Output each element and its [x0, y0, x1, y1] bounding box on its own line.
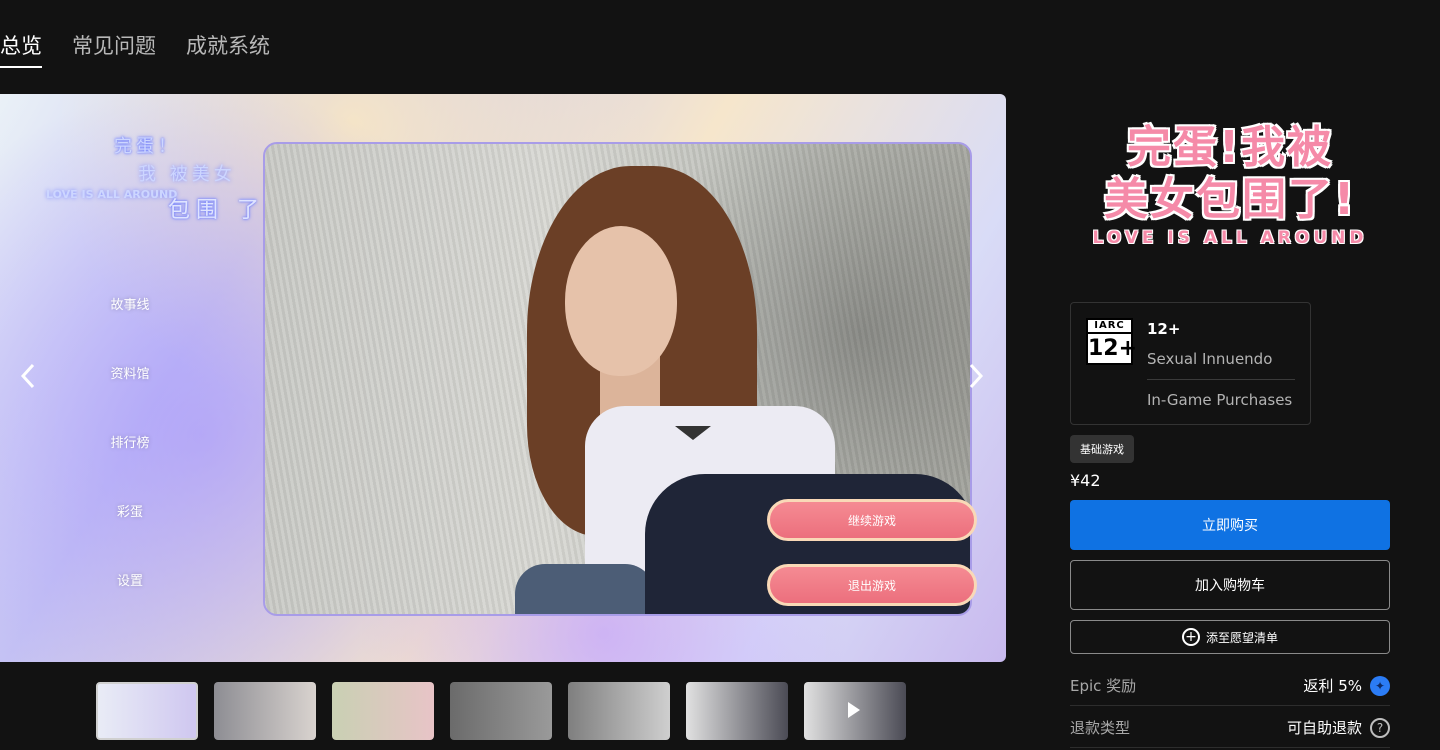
thumbnail-2[interactable]	[214, 682, 316, 740]
add-to-cart-button[interactable]: 加入购物车	[1070, 560, 1390, 610]
add-to-wishlist-button[interactable]: + 添至愿望清单	[1070, 620, 1390, 654]
thumbnail-7[interactable]	[804, 682, 906, 740]
thumbnail-1[interactable]	[96, 682, 198, 740]
divider	[1147, 379, 1295, 380]
hero-menu-item: 资料馆	[110, 367, 150, 382]
thumbnail-4[interactable]	[450, 682, 552, 740]
price: ¥42	[1070, 471, 1101, 490]
info-value: 返利 5%	[1303, 677, 1362, 695]
chevron-left-icon	[20, 363, 35, 389]
tab-overview[interactable]: 总览	[0, 30, 42, 68]
info-row-refund-type: 退款类型 可自助退款 ?	[1070, 708, 1390, 748]
hero-game-menu: 故事线 资料馆 排行榜 彩蛋 设置	[90, 294, 170, 639]
play-icon	[848, 702, 860, 718]
game-logo-line: 美女包围了!	[1103, 174, 1357, 225]
carousel-next-button[interactable]	[956, 356, 996, 396]
chevron-right-icon	[969, 363, 984, 389]
hero-menu-item: 故事线	[110, 298, 150, 313]
info-key: 退款类型	[1070, 719, 1131, 737]
buy-now-button[interactable]: 立即购买	[1070, 500, 1390, 550]
hero-menu-item: 设置	[116, 574, 143, 589]
hero-screenshot-photo	[263, 142, 972, 616]
character-face	[565, 226, 677, 376]
info-row-epic-rewards: Epic 奖励 返利 5% ✦	[1070, 666, 1390, 706]
thumbnail-5[interactable]	[568, 682, 670, 740]
help-icon[interactable]: ?	[1370, 717, 1390, 738]
rating-descriptor: In-Game Purchases	[1147, 391, 1293, 409]
thumbnail-6[interactable]	[686, 682, 788, 740]
hero-menu-item: 排行榜	[110, 436, 150, 451]
media-carousel[interactable]: 完蛋！ 我 被美女 LOVE IS ALL AROUND 包围 了! 故事线 资…	[0, 94, 1006, 662]
hero-logo-line: LOVE IS ALL AROUND	[46, 188, 178, 201]
base-game-badge: 基础游戏	[1070, 435, 1134, 463]
plus-circle-icon: +	[1181, 628, 1200, 646]
thumbnail-strip	[96, 682, 906, 740]
wishlist-label: 添至愿望清单	[1205, 630, 1278, 645]
hero-menu-item: 彩蛋	[116, 505, 143, 520]
age-rating-label: 12+	[1147, 320, 1181, 338]
hero-game-logo: 完蛋！ 我 被美女 LOVE IS ALL AROUND 包围 了!	[44, 128, 300, 228]
tab-achievements[interactable]: 成就系统	[186, 30, 270, 68]
tab-faq[interactable]: 常见问题	[72, 30, 156, 68]
age-rating-box: IARC 12+ 12+ Sexual Innuendo In-Game Pur…	[1070, 302, 1311, 425]
epic-reward-icon[interactable]: ✦	[1370, 675, 1390, 696]
hero-exit-button: 退出游戏	[767, 564, 977, 606]
iarc-rating-icon: IARC 12+	[1086, 318, 1137, 365]
game-logo-line: 完蛋!我被	[1126, 122, 1334, 173]
info-key: Epic 奖励	[1070, 677, 1137, 695]
rating-descriptor: Sexual Innuendo	[1147, 350, 1273, 368]
game-logo-subtitle: LOVE IS ALL AROUND	[1092, 228, 1368, 248]
game-logo: 完蛋!我被 美女包围了! LOVE IS ALL AROUND	[1090, 122, 1370, 262]
info-value: 可自助退款	[1286, 719, 1362, 737]
carousel-prev-button[interactable]	[8, 356, 48, 396]
tab-bar: 总览 常见问题 成就系统	[0, 30, 270, 68]
hero-continue-button: 继续游戏	[767, 499, 977, 541]
thumbnail-3[interactable]	[332, 682, 434, 740]
hero-logo-line: 完蛋！	[114, 136, 180, 157]
